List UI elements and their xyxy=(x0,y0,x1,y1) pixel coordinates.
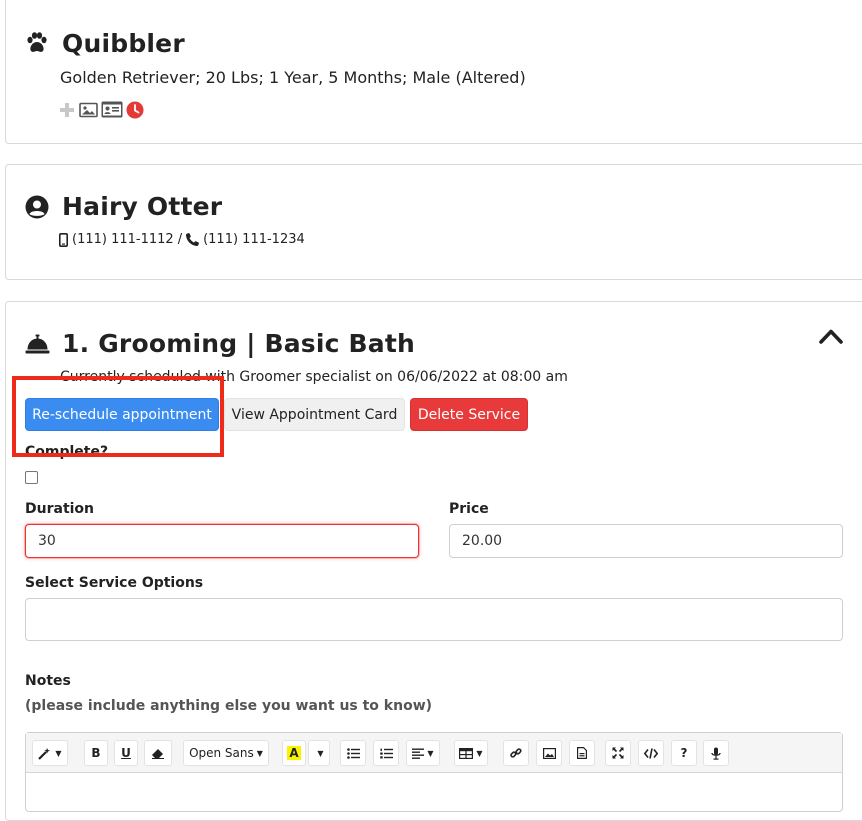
owner-name: Hairy Otter xyxy=(62,192,223,221)
owner-contact: (111) 111-1112 / (111) 111-1234 xyxy=(59,232,305,247)
font-color-button[interactable]: A xyxy=(282,740,306,766)
unordered-list-icon xyxy=(346,747,360,759)
chevron-up-icon[interactable] xyxy=(818,327,844,345)
font-color-icon: A xyxy=(287,746,301,760)
user-circle-icon xyxy=(25,195,49,219)
duration-input[interactable]: 30 xyxy=(25,524,419,558)
notes-label: Notes xyxy=(25,673,71,689)
link-icon xyxy=(510,748,522,758)
underline-icon: U xyxy=(121,746,131,760)
unordered-list-button[interactable] xyxy=(340,740,366,766)
eraser-button[interactable] xyxy=(144,740,172,766)
view-appointment-card-button[interactable]: View Appointment Card xyxy=(224,398,405,431)
file-icon xyxy=(577,747,587,759)
font-select[interactable]: Open Sans ▼ xyxy=(183,740,269,766)
pet-name: Quibbler xyxy=(62,29,185,58)
owner-card xyxy=(5,164,862,280)
table-button[interactable]: ▼ xyxy=(454,740,488,766)
phone-icon xyxy=(186,233,200,246)
underline-button[interactable]: U xyxy=(114,740,138,766)
bold-button[interactable]: B xyxy=(84,740,108,766)
notes-hint: (please include anything else you want u… xyxy=(25,698,433,714)
bell-icon xyxy=(25,334,50,354)
highlight-annotation xyxy=(12,376,224,457)
help-button[interactable]: ? xyxy=(671,740,697,766)
ordered-list-button[interactable] xyxy=(373,740,399,766)
magic-icon xyxy=(38,747,51,760)
paw-icon xyxy=(27,32,47,52)
link-button[interactable] xyxy=(503,740,529,766)
image-icon[interactable] xyxy=(79,102,98,118)
mobile-number[interactable]: (111) 111-1112 xyxy=(72,232,174,247)
service-options-select[interactable] xyxy=(25,598,843,641)
plus-icon[interactable] xyxy=(59,102,75,118)
font-select-label: Open Sans xyxy=(189,746,254,760)
color-dropdown[interactable]: ▼ xyxy=(308,740,330,766)
phone-number[interactable]: (111) 111-1234 xyxy=(203,232,305,247)
fullscreen-button[interactable] xyxy=(605,740,631,766)
picture-icon xyxy=(542,747,556,759)
align-icon xyxy=(412,748,425,759)
mobile-icon xyxy=(59,232,68,247)
table-icon xyxy=(459,747,474,759)
editor-toolbar: ▼ B U Open Sans ▼ A ▼ ▼ ▼ ? xyxy=(26,733,842,773)
picture-button[interactable] xyxy=(536,740,562,766)
code-icon xyxy=(644,747,658,759)
bold-icon: B xyxy=(91,746,101,760)
clock-icon[interactable] xyxy=(126,101,144,119)
pet-details: Golden Retriever; 20 Lbs; 1 Year, 5 Mont… xyxy=(60,68,526,87)
color-dropdown-caret: ▼ xyxy=(317,748,324,758)
code-button[interactable] xyxy=(638,740,664,766)
contact-separator: / xyxy=(177,232,183,247)
fullscreen-icon xyxy=(612,747,624,759)
file-button[interactable] xyxy=(569,740,595,766)
eraser-icon xyxy=(152,749,164,759)
help-icon: ? xyxy=(680,746,688,760)
price-label: Price xyxy=(449,501,489,517)
id-card-icon[interactable] xyxy=(101,101,123,118)
magic-button[interactable]: ▼ xyxy=(32,740,68,766)
complete-checkbox[interactable] xyxy=(25,471,38,484)
duration-label: Duration xyxy=(25,501,95,517)
price-input[interactable]: 20.00 xyxy=(449,524,843,558)
delete-service-button[interactable]: Delete Service xyxy=(410,398,528,431)
microphone-icon xyxy=(711,747,721,760)
service-options-label: Select Service Options xyxy=(25,575,204,591)
service-title: 1. Grooming | Basic Bath xyxy=(62,329,416,358)
microphone-button[interactable] xyxy=(703,740,729,766)
notes-editor[interactable]: ▼ B U Open Sans ▼ A ▼ ▼ ▼ ? xyxy=(25,732,843,812)
ordered-list-icon xyxy=(379,748,393,758)
align-button[interactable]: ▼ xyxy=(406,740,440,766)
